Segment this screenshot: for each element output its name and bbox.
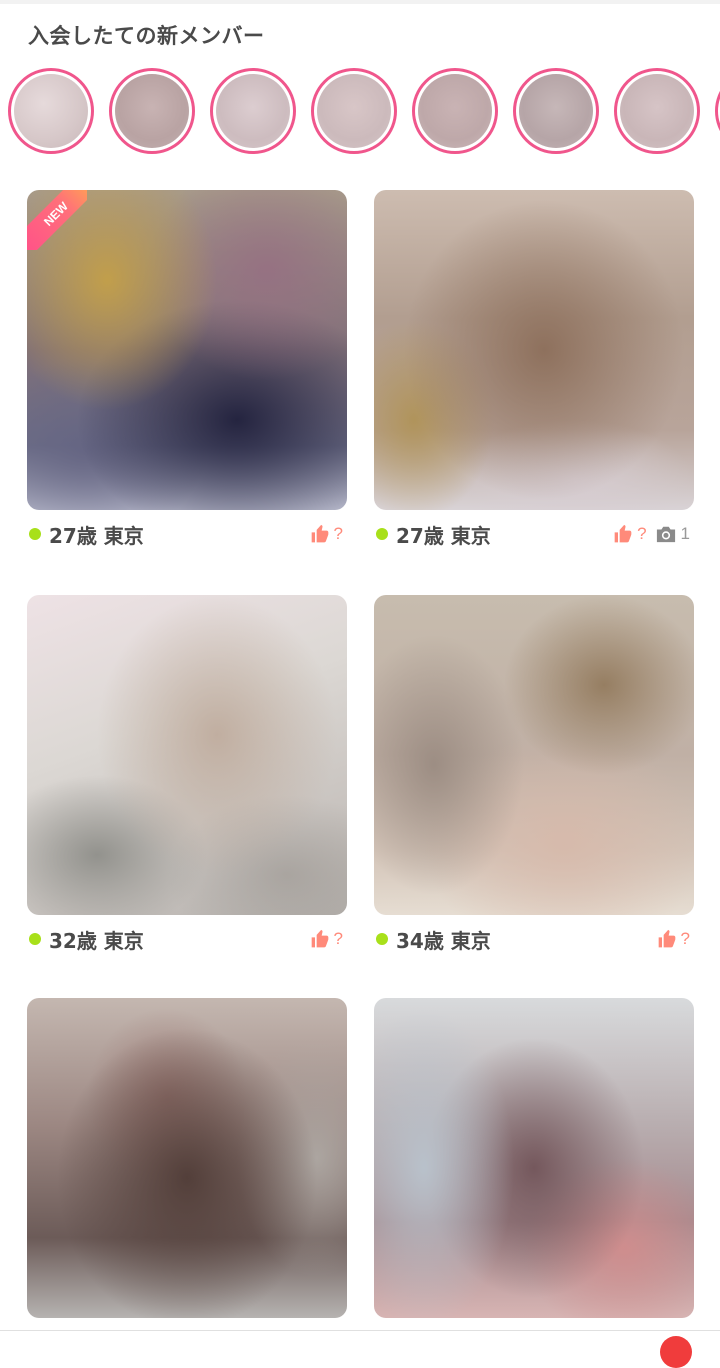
member-photo[interactable] bbox=[374, 998, 694, 1318]
member-avatar[interactable] bbox=[513, 68, 599, 154]
camera-icon bbox=[656, 526, 675, 543]
member-avatar[interactable] bbox=[109, 68, 195, 154]
avatar-photo bbox=[620, 74, 694, 148]
avatar-photo bbox=[519, 74, 593, 148]
avatar-photo bbox=[14, 74, 88, 148]
member-avatar[interactable] bbox=[715, 68, 720, 154]
section-title: 入会したての新メンバー bbox=[28, 24, 265, 48]
notification-badge[interactable] bbox=[660, 1336, 692, 1368]
new-badge: NEW bbox=[27, 190, 87, 250]
member-photo[interactable] bbox=[27, 998, 347, 1318]
member-avatar[interactable] bbox=[311, 68, 397, 154]
member-photo[interactable] bbox=[374, 595, 694, 915]
new-badge-label: NEW bbox=[27, 190, 87, 250]
member-meta: ? bbox=[657, 927, 690, 951]
member-photo[interactable] bbox=[27, 595, 347, 915]
age-location: 27歳 東京 bbox=[396, 524, 491, 548]
thumbs-up-icon[interactable] bbox=[310, 929, 330, 949]
member-avatar[interactable] bbox=[614, 68, 700, 154]
like-status: ? bbox=[637, 524, 647, 543]
member-info: 27歳 東京 ? 1 bbox=[374, 518, 694, 548]
thumbs-up-icon[interactable] bbox=[613, 524, 633, 544]
member-photo[interactable] bbox=[374, 190, 694, 510]
member-avatar[interactable] bbox=[210, 68, 296, 154]
avatar-photo bbox=[216, 74, 290, 148]
avatar-photo bbox=[418, 74, 492, 148]
avatar-photo bbox=[317, 74, 391, 148]
age-location: 32歳 東京 bbox=[49, 929, 144, 953]
member-avatar[interactable] bbox=[412, 68, 498, 154]
bottom-divider bbox=[0, 1330, 720, 1331]
online-status-dot bbox=[29, 933, 41, 945]
photo-count: 1 bbox=[680, 524, 690, 543]
thumbs-up-icon[interactable] bbox=[657, 929, 677, 949]
age-location: 34歳 東京 bbox=[396, 929, 491, 953]
thumbs-up-icon[interactable] bbox=[310, 524, 330, 544]
like-status: ? bbox=[680, 929, 690, 948]
top-divider bbox=[0, 0, 720, 4]
member-photo[interactable]: NEW bbox=[27, 190, 347, 510]
age-location: 27歳 東京 bbox=[49, 524, 144, 548]
member-avatar[interactable] bbox=[8, 68, 94, 154]
online-status-dot bbox=[29, 528, 41, 540]
like-status: ? bbox=[333, 929, 343, 948]
member-meta: ? bbox=[310, 522, 343, 546]
member-info: 34歳 東京 ? bbox=[374, 923, 694, 953]
new-member-avatar-row[interactable] bbox=[0, 66, 720, 158]
member-info: 27歳 東京 ? bbox=[27, 518, 347, 548]
online-status-dot bbox=[376, 528, 388, 540]
like-status: ? bbox=[333, 524, 343, 543]
online-status-dot bbox=[376, 933, 388, 945]
member-info: 32歳 東京 ? bbox=[27, 923, 347, 953]
avatar-photo bbox=[115, 74, 189, 148]
member-meta: ? bbox=[310, 927, 343, 951]
member-meta: ? 1 bbox=[613, 522, 690, 546]
